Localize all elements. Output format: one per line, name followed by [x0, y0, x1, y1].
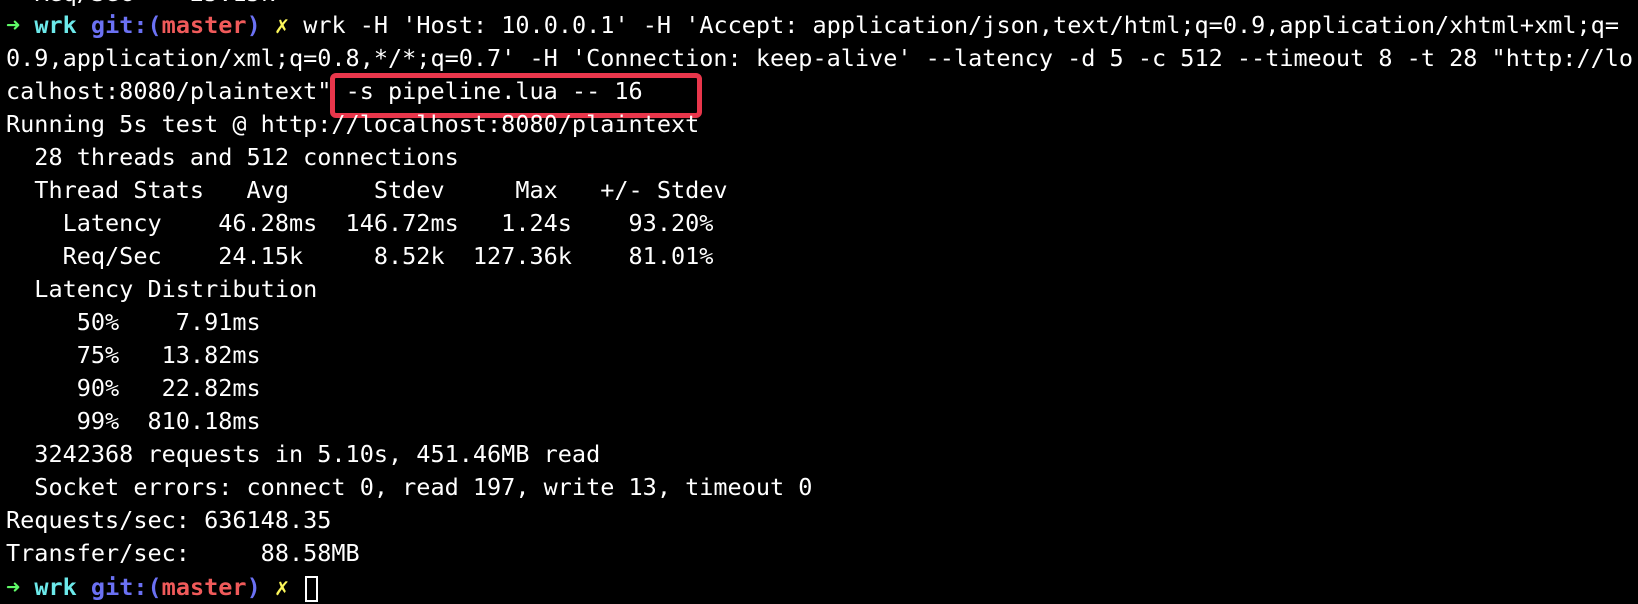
latency-p50: 50% 7.91ms [6, 308, 261, 336]
output-requests-total: 3242368 requests in 5.10s, 451.46MB read [6, 440, 601, 468]
latency-p75: 75% 13.82ms [6, 341, 261, 369]
command-line-1: ➜ wrk git:(master) ✗ wrk -H 'Host: 10.0.… [6, 8, 1619, 42]
command-text-3: calhost:8080/plaintext" [6, 77, 346, 105]
prompt-git-label: git:( [90, 11, 162, 39]
output-running: Running 5s test @ http://localhost:8080/… [6, 110, 700, 138]
latency-p99: 99% 810.18ms [6, 407, 261, 435]
command-text-1: wrk -H 'Host: 10.0.0.1' -H 'Accept: appl… [303, 11, 1619, 39]
command-line-2: 0.9,application/xml;q=0.8,*/*;q=0.7' -H … [6, 44, 1634, 72]
stats-latency-row: Latency 46.28ms 146.72ms 1.24s 93.20% [6, 209, 714, 237]
prompt-dirty-icon: ✗ [274, 573, 290, 601]
prompt-line-current[interactable]: ➜ wrk git:(master) ✗ [6, 570, 319, 604]
prompt-arrow-icon: ➜ [6, 11, 21, 39]
output-transfer-sec: Transfer/sec: 88.58MB [6, 539, 360, 567]
prompt-branch: master [161, 11, 247, 39]
latency-p90: 90% 22.82ms [6, 374, 261, 402]
prompt-dirty-icon: ✗ [274, 11, 290, 39]
text-cursor[interactable] [305, 575, 319, 602]
output-requests-sec: Requests/sec: 636148.35 [6, 506, 332, 534]
latency-distribution-header: Latency Distribution [6, 275, 318, 303]
terminal-window[interactable]: Req/Sec 25.15k ➜ wrk git:(master) ✗ wrk … [0, 0, 1638, 604]
prompt-git-label: git:( [90, 573, 162, 601]
prompt-directory: wrk [34, 573, 77, 601]
prompt-git-close: ) [246, 573, 261, 601]
stats-header: Thread Stats Avg Stdev Max +/- Stdev [6, 176, 728, 204]
prompt-directory: wrk [34, 11, 77, 39]
output-socket-errors: Socket errors: connect 0, read 197, writ… [6, 473, 813, 501]
prompt-arrow-icon: ➜ [6, 573, 21, 601]
output-threads: 28 threads and 512 connections [6, 143, 459, 171]
prompt-git-close: ) [246, 11, 261, 39]
stats-reqsec-row: Req/Sec 24.15k 8.52k 127.36k 81.01% [6, 242, 714, 270]
prompt-branch: master [161, 573, 247, 601]
